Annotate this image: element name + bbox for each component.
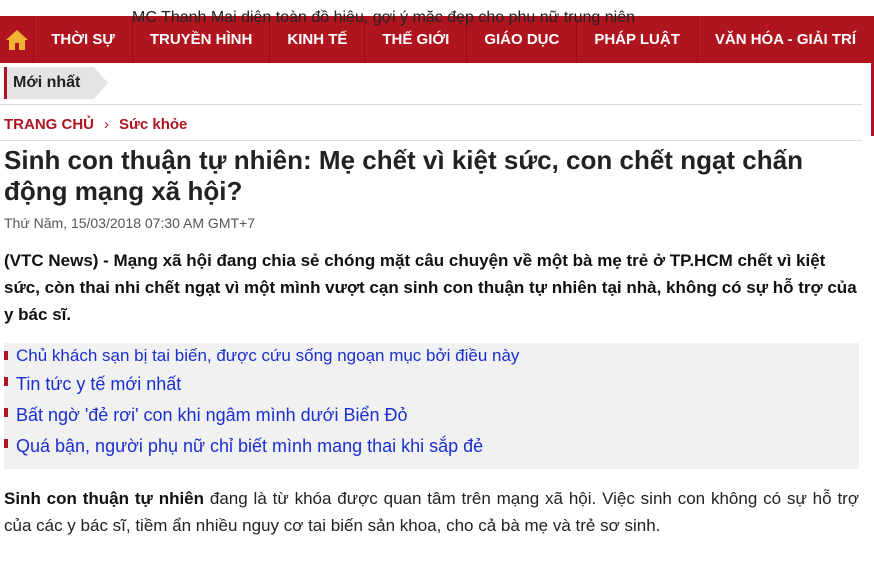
related-link[interactable]: Chủ khách sạn bị tai biến, được cứu sống… [4, 343, 859, 369]
related-link[interactable]: Bất ngờ 'đẻ rơi' con khi ngâm mình dưới … [4, 400, 859, 431]
breadcrumb-home[interactable]: TRANG CHỦ [4, 116, 94, 133]
article-body-paragraph: Sinh con thuận tự nhiên đang là từ khóa … [4, 485, 859, 539]
divider [0, 140, 862, 141]
body-keyword: Sinh con thuận tự nhiên [4, 489, 205, 508]
latest-headline-link[interactable]: MC Thanh Mai diện toàn đồ hiệu, gợi ý mặ… [132, 9, 832, 27]
latest-tag: Mới nhất [4, 67, 109, 99]
related-links-box: Chủ khách sạn bị tai biến, được cứu sống… [4, 343, 859, 469]
related-link[interactable]: Tin tức y tế mới nhất [4, 369, 859, 400]
breadcrumb-category[interactable]: Sức khỏe [119, 116, 187, 133]
home-button[interactable] [0, 16, 35, 63]
breadcrumb: TRANG CHỦ › Sức khỏe [4, 116, 187, 133]
divider [0, 104, 862, 105]
article-lead: (VTC News) - Mạng xã hội đang chia sẻ ch… [4, 251, 857, 324]
home-icon [5, 29, 29, 51]
article-title: Sinh con thuận tự nhiên: Mẹ chết vì kiệt… [4, 145, 803, 206]
latest-news-bar: Mới nhất [4, 67, 109, 99]
breadcrumb-separator: › [104, 116, 109, 133]
related-link[interactable]: Quá bận, người phụ nữ chỉ biết mình mang… [4, 431, 859, 462]
article-date: Thứ Năm, 15/03/2018 07:30 AM GMT+7 [4, 215, 256, 231]
nav-item-thoi-su[interactable]: THỜI SỰ [34, 16, 133, 63]
